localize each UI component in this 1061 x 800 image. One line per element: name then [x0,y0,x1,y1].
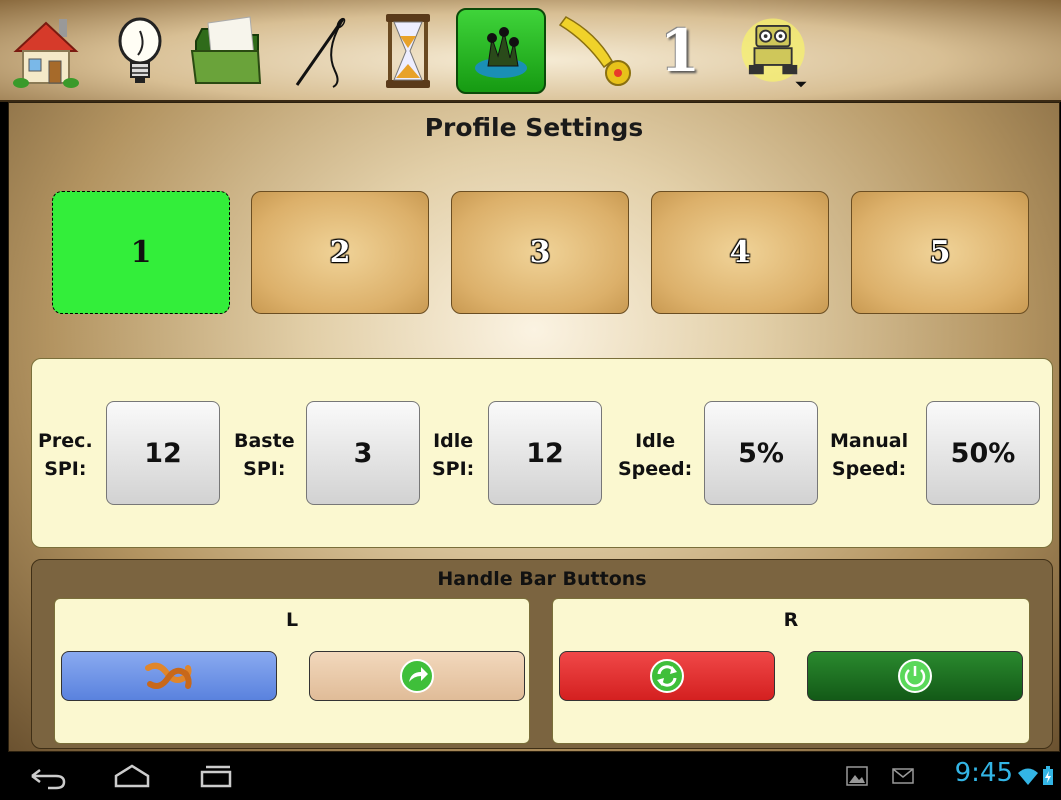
power-icon [898,659,932,693]
profile-button-1[interactable]: 1 [52,191,230,314]
profile-button-2[interactable]: 2 [251,191,429,314]
profile-button-4[interactable]: 4 [651,191,829,314]
home-nav-icon[interactable] [110,762,154,790]
count-button[interactable]: 1 [640,8,720,94]
idle-speed-value-button[interactable]: 5% [704,401,818,505]
profile-button-3[interactable]: 3 [451,191,629,314]
baste-spi-label: Baste SPI: [234,430,295,480]
idle-spi-label: Idle SPI: [432,430,475,480]
folder-icon [190,16,262,84]
home-button[interactable] [6,8,86,94]
battery-charging-icon [1043,766,1053,785]
profile-settings-icon [475,27,527,78]
hourglass-icon [386,14,430,88]
tips-button[interactable] [100,8,180,94]
needle-button[interactable] [280,8,360,94]
handle-bar-panel: Handle Bar Buttons L R [31,559,1053,749]
recent-apps-icon[interactable] [196,762,236,790]
status-clock: 9:45 [954,758,1013,788]
lightbulb-icon [118,17,162,83]
prec-spi-label: Prec. SPI: [38,430,93,480]
gallery-notification-icon [846,766,868,786]
right-group-label: R [783,609,799,631]
handle-bar-left-group: L [54,598,530,744]
forward-arrow-icon [400,659,434,693]
manual-speed-label: Manual Speed: [830,430,909,480]
needle-thread-icon [295,17,346,88]
knot-icon [145,662,192,689]
gmail-notification-icon [892,768,914,784]
baste-spi-value-button[interactable]: 3 [306,401,420,505]
manual-speed-value-button[interactable]: 50% [926,401,1040,505]
wifi-icon [1018,768,1038,785]
left-knot-button[interactable] [61,651,277,701]
idle-spi-value-button[interactable]: 12 [488,401,602,505]
main-panel: Profile Settings 1 2 3 4 5 Prec. SPI: 12… [8,102,1060,752]
number-one-icon: 1 [659,17,701,85]
home-icon [13,19,79,88]
profile-settings-button[interactable] [456,8,546,94]
robot-icon [741,18,807,88]
left-forward-button[interactable] [309,651,525,701]
timer-button[interactable] [368,8,448,94]
back-icon[interactable] [28,762,68,790]
tape-measure-icon [558,16,631,86]
idle-speed-label: Idle Speed: [618,430,693,480]
settings-panel: Prec. SPI: 12 Baste SPI: 3 Idle SPI: 12 … [31,358,1053,548]
system-nav-bar: 9:45 [0,752,1061,800]
right-power-button[interactable] [807,651,1023,701]
measure-button[interactable] [556,8,636,94]
handle-bar-title: Handle Bar Buttons [437,568,647,590]
robot-menu-button[interactable] [734,8,814,94]
prec-spi-value-button[interactable]: 12 [106,401,220,505]
profile-button-5[interactable]: 5 [851,191,1029,314]
handle-bar-right-group: R [552,598,1030,744]
refresh-icon [650,659,684,693]
left-group-label: L [285,609,299,631]
top-toolbar: 1 [0,0,1061,102]
right-refresh-button[interactable] [559,651,775,701]
page-title: Profile Settings [424,113,644,142]
files-button[interactable] [188,8,268,94]
